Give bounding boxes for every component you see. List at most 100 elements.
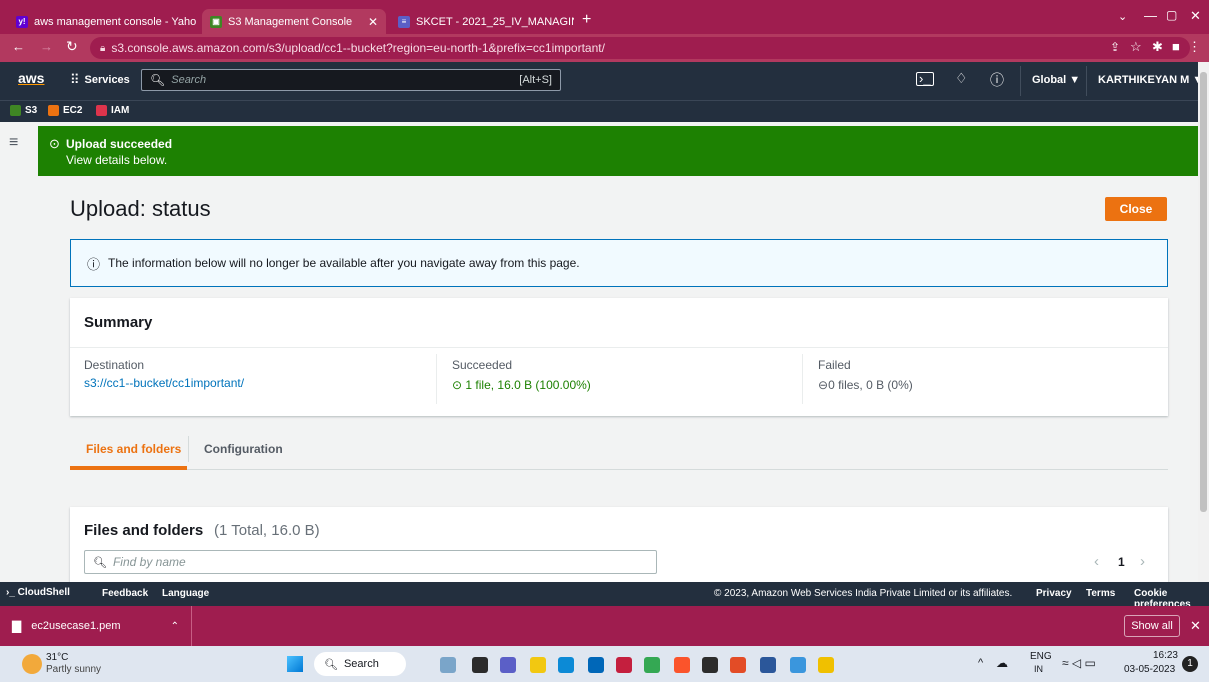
notepad-icon[interactable] (818, 657, 834, 673)
favorite-s3[interactable]: S3 (10, 105, 37, 116)
word-icon[interactable] (760, 657, 776, 673)
current-page[interactable]: 1 (1118, 555, 1125, 569)
reload-icon[interactable]: ↻ (66, 38, 78, 55)
maximize-icon[interactable]: ▢ (1166, 8, 1177, 22)
find-placeholder: Find by name (112, 555, 186, 569)
mcafee-icon[interactable] (616, 657, 632, 673)
bookmark-star-icon[interactable]: ☆ (1130, 39, 1142, 55)
files-heading: Files and folders (84, 522, 204, 539)
favorite-iam[interactable]: IAM (96, 105, 129, 116)
notifications-icon[interactable]: ♢ (955, 70, 968, 87)
destination-link[interactable]: s3://cc1--bucket/cc1important/ (84, 376, 244, 390)
address-bar: ← → ↻ 🔒︎ s3.console.aws.amazon.com/s3/up… (0, 34, 1209, 62)
ec2-icon (48, 105, 59, 116)
tab-search-icon[interactable]: ⌄ (1118, 10, 1127, 23)
browser-tab-skcet[interactable]: ≡ SKCET - 2021_25_IV_MANAGING ✕ (390, 9, 574, 34)
lang-eng[interactable]: ENG (1030, 651, 1052, 662)
back-icon[interactable]: ← (12, 39, 25, 54)
taskbar: 31°C Partly sunny 🔍︎ Search ^ ☁ ENG IN ≈ … (0, 646, 1209, 682)
search-icon: 🔍︎ (93, 556, 107, 569)
terms-link[interactable]: Terms (1086, 588, 1115, 599)
success-banner: ⊙ Upload succeeded View details below. (38, 126, 1198, 176)
find-by-name-input[interactable]: 🔍︎ Find by name (84, 550, 657, 574)
minimize-icon[interactable]: — (1144, 8, 1157, 23)
browser-tab-s3[interactable]: ▣ S3 Management Console ✕ (202, 9, 386, 34)
share-icon[interactable]: ⇪ (1110, 40, 1120, 54)
services-menu[interactable]: ⠿ Services (70, 72, 130, 88)
file-explorer-icon[interactable] (530, 657, 546, 673)
brave-icon[interactable] (674, 657, 690, 673)
wifi-sound-battery-icon[interactable]: ≈ ◁ ▭ (1062, 656, 1096, 670)
tab-title: aws management console - Yaho (34, 15, 197, 28)
files-panel: Files and folders (1 Total, 16.0 B) 🔍︎ F… (70, 507, 1168, 582)
chrome-icon[interactable] (644, 657, 660, 673)
taskbar-search[interactable]: 🔍︎ Search (314, 652, 406, 676)
lock-icon: 🔒︎ (100, 42, 106, 54)
failed-label: Failed (818, 358, 851, 372)
active-tab-indicator (70, 466, 187, 470)
failed-text: 0 files, 0 B (0%) (828, 378, 913, 392)
classroom-icon: ≡ (398, 15, 410, 28)
chevron-up-icon[interactable]: ⌃ (171, 621, 179, 632)
photos-icon[interactable] (790, 657, 806, 673)
cloudshell-icon[interactable]: ›_ (916, 72, 934, 86)
next-page-icon[interactable]: › (1140, 553, 1145, 570)
task-view-icon[interactable] (472, 657, 488, 673)
sidepanel-icon[interactable]: ■ (1172, 39, 1180, 54)
feedback-link[interactable]: Feedback (102, 588, 148, 599)
app-icon[interactable] (702, 657, 718, 673)
teams-icon[interactable] (500, 657, 516, 673)
browser-tab-yahoo[interactable]: y! aws management console - Yaho ✕ (8, 9, 198, 34)
region-selector[interactable]: Global ▼ (1032, 74, 1080, 86)
show-all-button[interactable]: Show all (1124, 615, 1180, 637)
help-icon[interactable]: ⓘ (990, 70, 1004, 90)
network-tray-icon[interactable]: ☁ (996, 656, 1008, 670)
new-tab-icon[interactable]: + (582, 11, 591, 29)
weather-desc: Partly sunny (46, 664, 102, 675)
clock-time[interactable]: 16:23 (1138, 650, 1178, 661)
summary-panel: Summary Destination s3://cc1--bucket/cc1… (70, 298, 1168, 416)
cloudshell-icon: ›_ (6, 587, 18, 598)
window-close-icon[interactable]: ✕ (1190, 8, 1201, 24)
menu-kebab-icon[interactable]: ⋮ (1188, 39, 1201, 55)
iam-icon (96, 105, 107, 116)
windows-start-icon[interactable] (287, 656, 303, 672)
store-icon[interactable] (588, 657, 604, 673)
chrome-profile-icon[interactable] (730, 657, 746, 673)
close-button[interactable]: Close (1105, 197, 1167, 221)
close-tab-icon[interactable]: ✕ (360, 15, 378, 29)
tray-chevron-icon[interactable]: ^ (978, 657, 983, 669)
search-input[interactable]: 🔍︎ Search [Alt+S] (141, 69, 561, 91)
photo-app-icon[interactable] (440, 657, 456, 673)
succeeded-label: Succeeded (452, 358, 513, 372)
search-icon: 🔍︎ (324, 658, 338, 671)
edge-icon[interactable] (558, 657, 574, 673)
weather-icon[interactable] (22, 654, 42, 674)
favorite-label: S3 (25, 105, 38, 116)
privacy-link[interactable]: Privacy (1036, 588, 1072, 599)
close-tab-icon[interactable]: ✕ (196, 15, 198, 29)
succeeded-text: 1 file, 16.0 B (100.00%) (465, 378, 591, 392)
cloudshell-link[interactable]: ›_ CloudShell (6, 587, 70, 598)
prev-page-icon[interactable]: ‹ (1094, 553, 1099, 570)
search-shortcut: [Alt+S] (519, 74, 552, 86)
close-downloads-icon[interactable]: ✕ (1190, 618, 1201, 634)
aws-logo[interactable]: aws (18, 70, 44, 86)
tab-configuration[interactable]: Configuration (204, 442, 283, 456)
tab-files-and-folders[interactable]: Files and folders (86, 442, 181, 456)
page-scrollbar[interactable] (1198, 62, 1209, 606)
language-link[interactable]: Language (162, 588, 209, 599)
summary-heading: Summary (84, 314, 153, 331)
url-field[interactable]: 🔒︎ s3.console.aws.amazon.com/s3/upload/c… (90, 37, 1190, 59)
favorite-ec2[interactable]: EC2 (48, 105, 82, 116)
forward-icon[interactable]: → (40, 39, 53, 54)
favorites-bar: S3 EC2 IAM (0, 100, 1209, 122)
failed-value: ⊖0 files, 0 B (0%) (818, 378, 913, 392)
info-alert: ⓘ The information below will no longer b… (70, 239, 1168, 287)
user-menu[interactable]: KARTHIKEYAN M ▼ (1098, 74, 1203, 86)
hamburger-menu-icon[interactable]: ≡ (9, 134, 18, 152)
download-item[interactable]: ▇ ec2usecase1.pem ⌃ (0, 606, 192, 646)
extensions-icon[interactable]: ✱ (1152, 39, 1163, 55)
search-placeholder: Search (171, 74, 207, 86)
notification-badge[interactable]: 1 (1182, 656, 1198, 672)
